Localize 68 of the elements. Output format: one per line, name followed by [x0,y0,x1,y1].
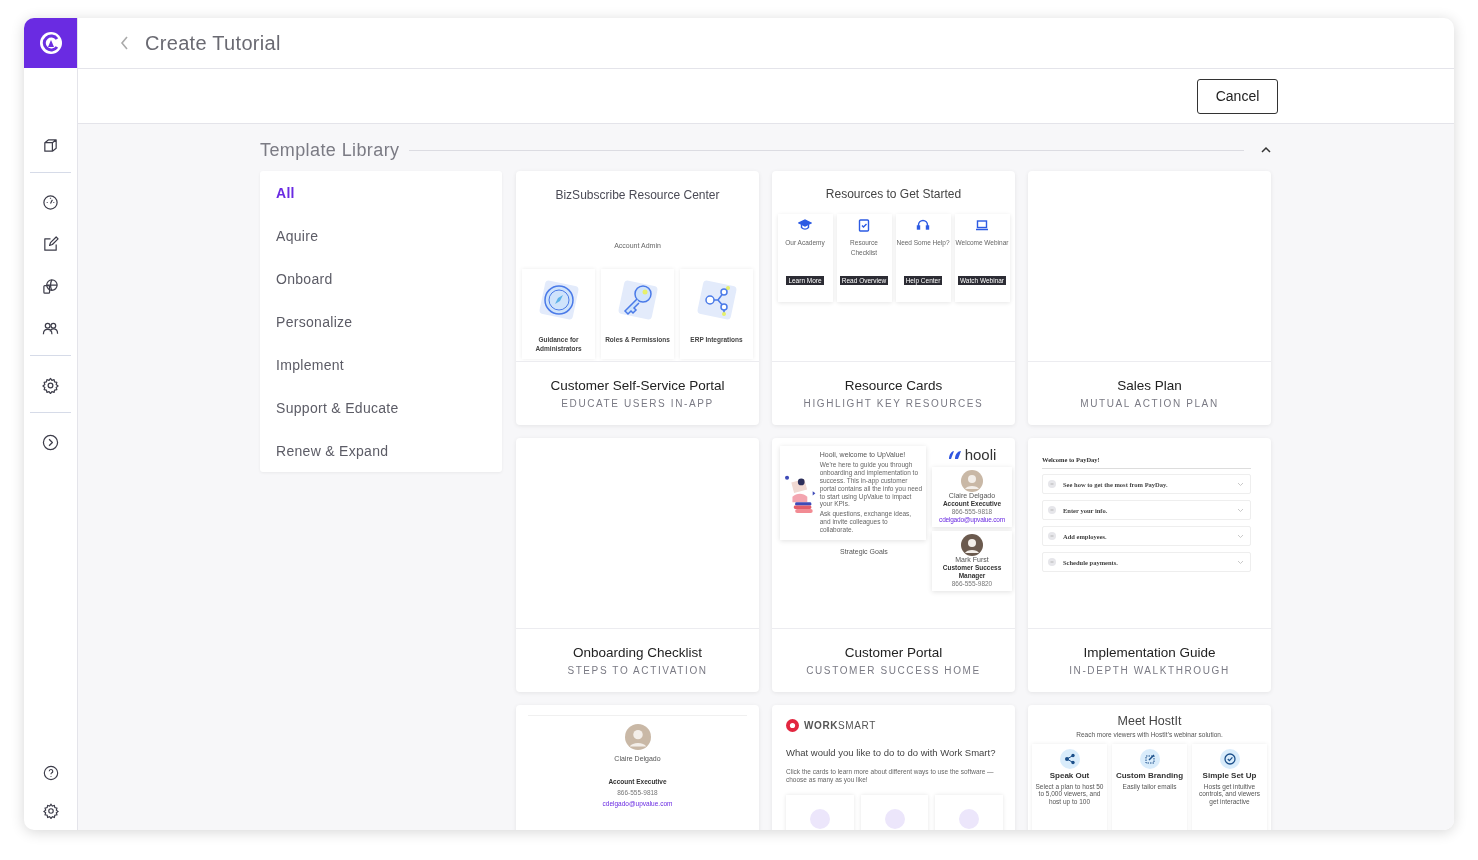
filter-item[interactable]: Implement [276,356,345,373]
step-dot-icon [1048,558,1056,566]
template-subtitle: EDUCATE USERS IN-APP [561,398,714,409]
avatar-icon [961,470,983,492]
section-title: Template Library [260,139,400,161]
chevron-down-icon [1237,559,1244,565]
graduation-cap-icon [798,218,812,232]
step-dot-icon [1048,532,1056,540]
feature-title: Simple Set Up [1202,772,1257,781]
filter-item[interactable]: Onboard [276,270,333,287]
feature-title: Custom Branding [1115,772,1184,781]
cube-icon[interactable] [42,136,59,154]
avatar-icon [961,533,983,556]
gauge-icon[interactable] [42,193,59,211]
template-card[interactable]: Onboarding Checklist STEPS TO ACTIVATION [516,438,759,692]
step-dot-icon [1048,506,1056,514]
brand-logo-icon [947,449,962,460]
brand-logo-icon [786,719,799,732]
clipboard-icon [857,218,871,232]
settings-icon[interactable] [42,376,59,394]
laptop-icon [975,218,989,232]
template-subtitle: IN-DEPTH WALKTHROUGH [1069,665,1230,676]
app-logo[interactable] [24,18,77,68]
preview-heading: BizSubscribe Resource Center [555,188,720,202]
share-icon [1059,749,1080,769]
template-title: Onboarding Checklist [572,645,703,660]
template-card[interactable] [772,438,1015,692]
brand-name: WORKSMART [804,720,876,731]
option-card [935,794,1003,830]
brand-name: hooli [964,446,997,463]
chevron-down-icon [1237,481,1244,487]
headset-icon [916,218,930,232]
filter-item[interactable]: Aquire [276,227,319,244]
step-dot-icon [1048,480,1056,488]
collapse-icon[interactable] [1260,146,1272,154]
template-title: Resource Cards [844,378,943,393]
help-icon[interactable] [42,765,59,781]
template-title: Customer Portal [844,645,943,660]
logo-icon [37,30,64,56]
avatar-icon [624,724,651,750]
edit-icon [1139,749,1160,769]
cancel-button[interactable]: Cancel [1197,78,1278,114]
feature-title: Speak Out [1049,772,1090,781]
question-text: What would you like to do to do with Work Smart? [786,746,997,760]
template-title: Customer Self-Service Portal [550,378,725,393]
edit-icon[interactable] [42,235,59,253]
template-card[interactable]: Sales Plan MUTUAL ACTION PLAN [1028,171,1271,425]
option-card [786,794,854,830]
filter-item[interactable]: Personalize [276,313,353,330]
expand-icon[interactable] [42,433,59,451]
filter-item[interactable]: All [276,184,295,201]
template-subtitle: MUTUAL ACTION PLAN [1080,398,1219,409]
option-card [860,794,929,830]
template-subtitle: HIGHLIGHT KEY RESOURCES [803,398,984,409]
chevron-down-icon [1237,533,1244,539]
template-subtitle: STEPS TO ACTIVATION [567,665,708,676]
filter-item[interactable]: Support & Educate [276,399,399,416]
page-title: Create Tutorial [145,31,281,55]
filter-item[interactable]: Renew & Expand [276,442,389,459]
chevron-down-icon [1237,507,1244,513]
globe-icon[interactable] [42,277,59,295]
preview-heading: Meet HostIt [1117,714,1182,728]
template-title: Implementation Guide [1083,645,1216,660]
template-title: Sales Plan [1117,378,1182,393]
preview-heading: Resources to Get Started [825,187,962,201]
template-subtitle: CUSTOMER SUCCESS HOME [806,665,981,676]
settings-icon[interactable] [42,803,59,819]
check-icon [1219,749,1240,769]
